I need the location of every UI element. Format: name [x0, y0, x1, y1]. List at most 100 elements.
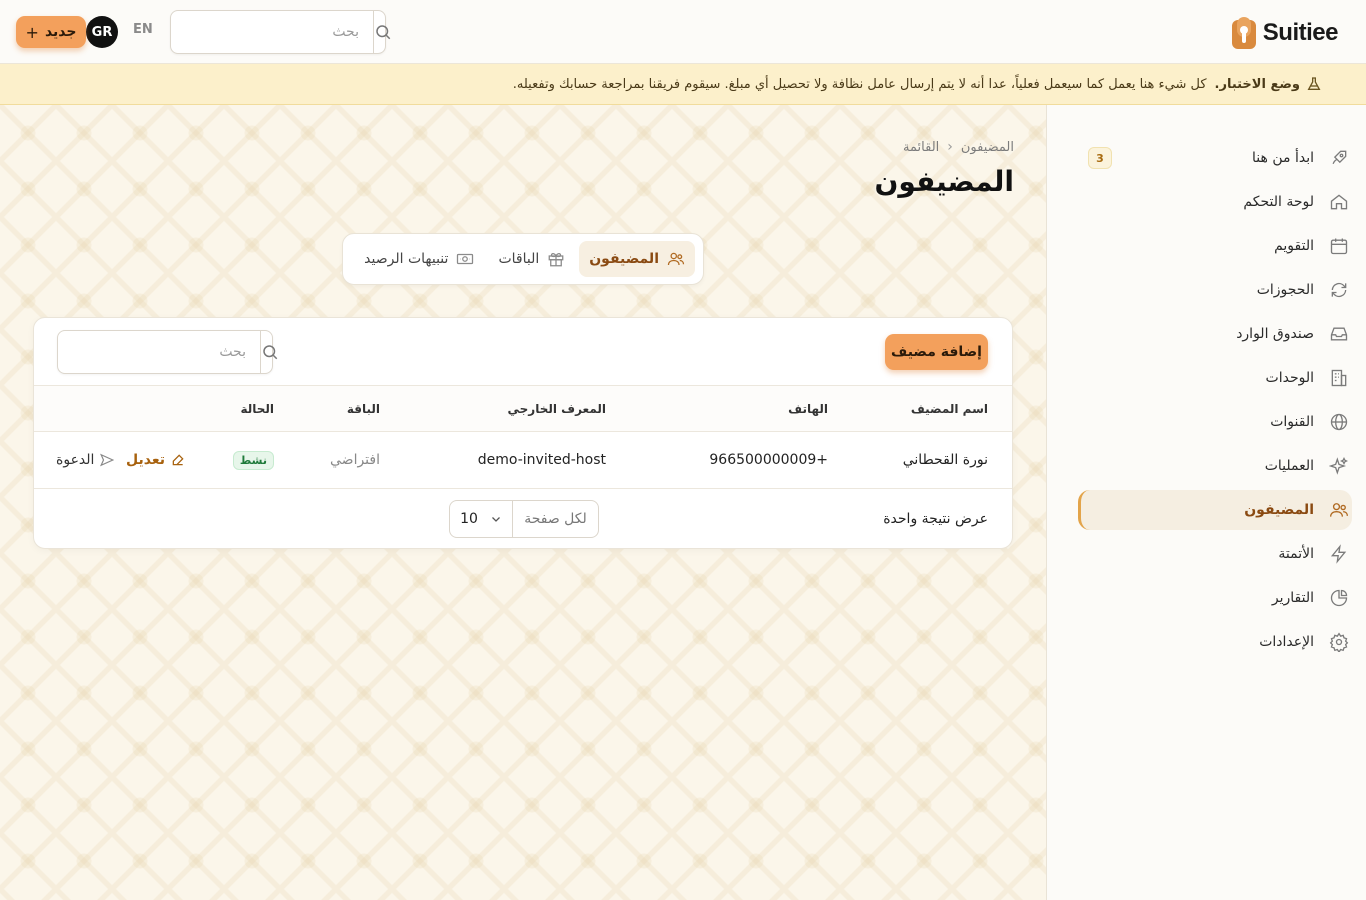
- table-footer: عرض نتيجة واحدة لكل صفحة 10: [34, 489, 1012, 548]
- tab-label: المضيفون: [589, 251, 659, 267]
- lightning-icon: [1328, 543, 1350, 565]
- count-badge: 3: [1088, 147, 1112, 169]
- tab-balance-alerts[interactable]: تنبيهات الرصيد: [354, 241, 484, 277]
- tab-plans[interactable]: الباقات: [488, 241, 575, 277]
- sidebar-item-label: الحجوزات: [1256, 282, 1314, 298]
- host-plan: افتراضي: [330, 452, 380, 468]
- rocket-icon: [1328, 147, 1350, 169]
- sidebar-item-calendar[interactable]: التقويم: [1078, 226, 1352, 266]
- sidebar: ابدأ من هنا 3 لوحة التحكم التقويم الحجوز…: [1046, 105, 1366, 900]
- app-logo[interactable]: Suitiee: [1231, 16, 1339, 50]
- inbox-icon: [1328, 323, 1350, 345]
- search-button[interactable]: [260, 331, 279, 373]
- sidebar-item-label: صندوق الوارد: [1236, 326, 1314, 342]
- column-header-plan[interactable]: الباقة: [347, 386, 380, 431]
- refresh-icon: [1328, 279, 1350, 301]
- column-header-external-id[interactable]: المعرف الخارجي: [508, 386, 607, 431]
- breadcrumb-root[interactable]: المضيفون: [961, 140, 1014, 155]
- sidebar-item-label: لوحة التحكم: [1243, 194, 1314, 210]
- sidebar-item-label: الأتمتة: [1278, 546, 1314, 562]
- logo-text: Suitiee: [1262, 19, 1339, 46]
- sidebar-item-label: الإعدادات: [1259, 634, 1314, 650]
- chevron-down-icon: [491, 517, 500, 522]
- host-name: نورة القحطاني: [902, 452, 988, 468]
- sidebar-item-label: القنوات: [1270, 414, 1314, 430]
- results-count: عرض نتيجة واحدة: [883, 511, 988, 527]
- sidebar-item-label: العمليات: [1264, 458, 1314, 474]
- tab-bar: المضيفون الباقات تنبيهات الرصيد: [342, 233, 704, 285]
- flask-icon: [1307, 77, 1321, 90]
- column-header-phone[interactable]: الهاتف: [788, 386, 828, 431]
- column-header-status[interactable]: الحالة: [240, 386, 274, 431]
- sidebar-item-channels[interactable]: القنوات: [1078, 402, 1352, 442]
- pie-chart-icon: [1328, 587, 1350, 609]
- table-header: اسم المضيف الهاتف المعرف الخارجي الباقة …: [34, 385, 1012, 432]
- tab-label: الباقات: [498, 251, 540, 267]
- sidebar-item-dashboard[interactable]: لوحة التحكم: [1078, 182, 1352, 222]
- column-header-name[interactable]: اسم المضيف: [911, 386, 988, 431]
- sidebar-item-bookings[interactable]: الحجوزات: [1078, 270, 1352, 310]
- sidebar-item-reports[interactable]: التقارير: [1078, 578, 1352, 618]
- sidebar-item-label: التقارير: [1271, 590, 1314, 606]
- search-input[interactable]: [171, 11, 373, 53]
- home-icon: [1328, 191, 1350, 213]
- invite-button[interactable]: الدعوة: [56, 432, 115, 488]
- add-host-button[interactable]: إضافة مضيف: [885, 334, 988, 370]
- search-icon: [376, 25, 391, 40]
- users-icon: [667, 250, 685, 268]
- per-page-dropdown[interactable]: 10: [450, 501, 512, 537]
- banner-message: كل شيء هنا يعمل كما سيعمل فعلياً، عدا أن…: [512, 76, 1207, 92]
- sidebar-item-label: ابدأ من هنا: [1252, 150, 1314, 166]
- sidebar-item-inbox[interactable]: صندوق الوارد: [1078, 314, 1352, 354]
- avatar[interactable]: GR: [86, 16, 118, 48]
- new-button[interactable]: جديد +: [16, 16, 86, 48]
- sidebar-item-settings[interactable]: الإعدادات: [1078, 622, 1352, 662]
- table-search: [57, 330, 278, 374]
- gift-icon: [547, 250, 565, 268]
- hosts-table-card: إضافة مضيف اسم المضيف الهاتف المعرف الخا…: [33, 317, 1013, 549]
- breadcrumb: المضيفون ‹ القائمة: [903, 139, 1014, 155]
- sidebar-item-operations[interactable]: العمليات: [1078, 446, 1352, 486]
- global-search: [170, 10, 391, 54]
- per-page-value: 10: [460, 511, 478, 527]
- edit-icon: [172, 454, 184, 466]
- search-icon: [263, 345, 278, 360]
- status-badge: نشط: [232, 450, 274, 470]
- sidebar-item-automation[interactable]: الأتمتة: [1078, 534, 1352, 574]
- sidebar-item-get-started[interactable]: ابدأ من هنا 3: [1078, 138, 1352, 178]
- per-page-select[interactable]: لكل صفحة 10: [449, 500, 599, 538]
- sidebar-item-label: التقويم: [1274, 238, 1314, 254]
- table-search-input[interactable]: [58, 331, 260, 373]
- logo-mark-icon: [1231, 17, 1256, 49]
- users-icon: [1328, 499, 1350, 521]
- building-icon: [1328, 367, 1350, 389]
- sparkles-icon: [1328, 455, 1350, 477]
- plus-icon: +: [25, 22, 39, 42]
- tab-hosts[interactable]: المضيفون: [579, 241, 695, 277]
- new-button-label: جديد: [44, 24, 77, 40]
- sidebar-item-hosts[interactable]: المضيفون: [1078, 490, 1352, 530]
- per-page-label: لكل صفحة: [512, 501, 598, 537]
- invite-label: الدعوة: [56, 452, 95, 468]
- table-row[interactable]: نورة القحطاني 966500000009+ demo-invited…: [34, 432, 1012, 489]
- language-toggle[interactable]: EN: [133, 22, 153, 37]
- host-phone: 966500000009+: [709, 452, 828, 468]
- top-header: Suitiee EN GR جديد +: [0, 0, 1366, 64]
- sidebar-item-label: الوحدات: [1265, 370, 1314, 386]
- banner-title: وضع الاختبار.: [1214, 76, 1300, 92]
- page-title: المضيفون: [874, 165, 1014, 198]
- edit-button[interactable]: تعديل: [126, 432, 185, 488]
- main-content: المضيفون ‹ القائمة المضيفون المضيفون الب…: [0, 105, 1046, 900]
- calendar-icon: [1328, 235, 1350, 257]
- status-cell: نشط: [232, 432, 274, 488]
- banknote-icon: [456, 250, 474, 268]
- breadcrumb-current: القائمة: [903, 139, 940, 155]
- test-mode-banner: وضع الاختبار. كل شيء هنا يعمل كما سيعمل …: [0, 64, 1366, 105]
- gear-icon: [1328, 631, 1350, 653]
- edit-label: تعديل: [126, 452, 165, 468]
- search-button[interactable]: [373, 11, 392, 53]
- tab-label: تنبيهات الرصيد: [364, 251, 449, 267]
- sidebar-item-units[interactable]: الوحدات: [1078, 358, 1352, 398]
- globe-icon: [1328, 411, 1350, 433]
- sidebar-item-label: المضيفون: [1244, 502, 1314, 518]
